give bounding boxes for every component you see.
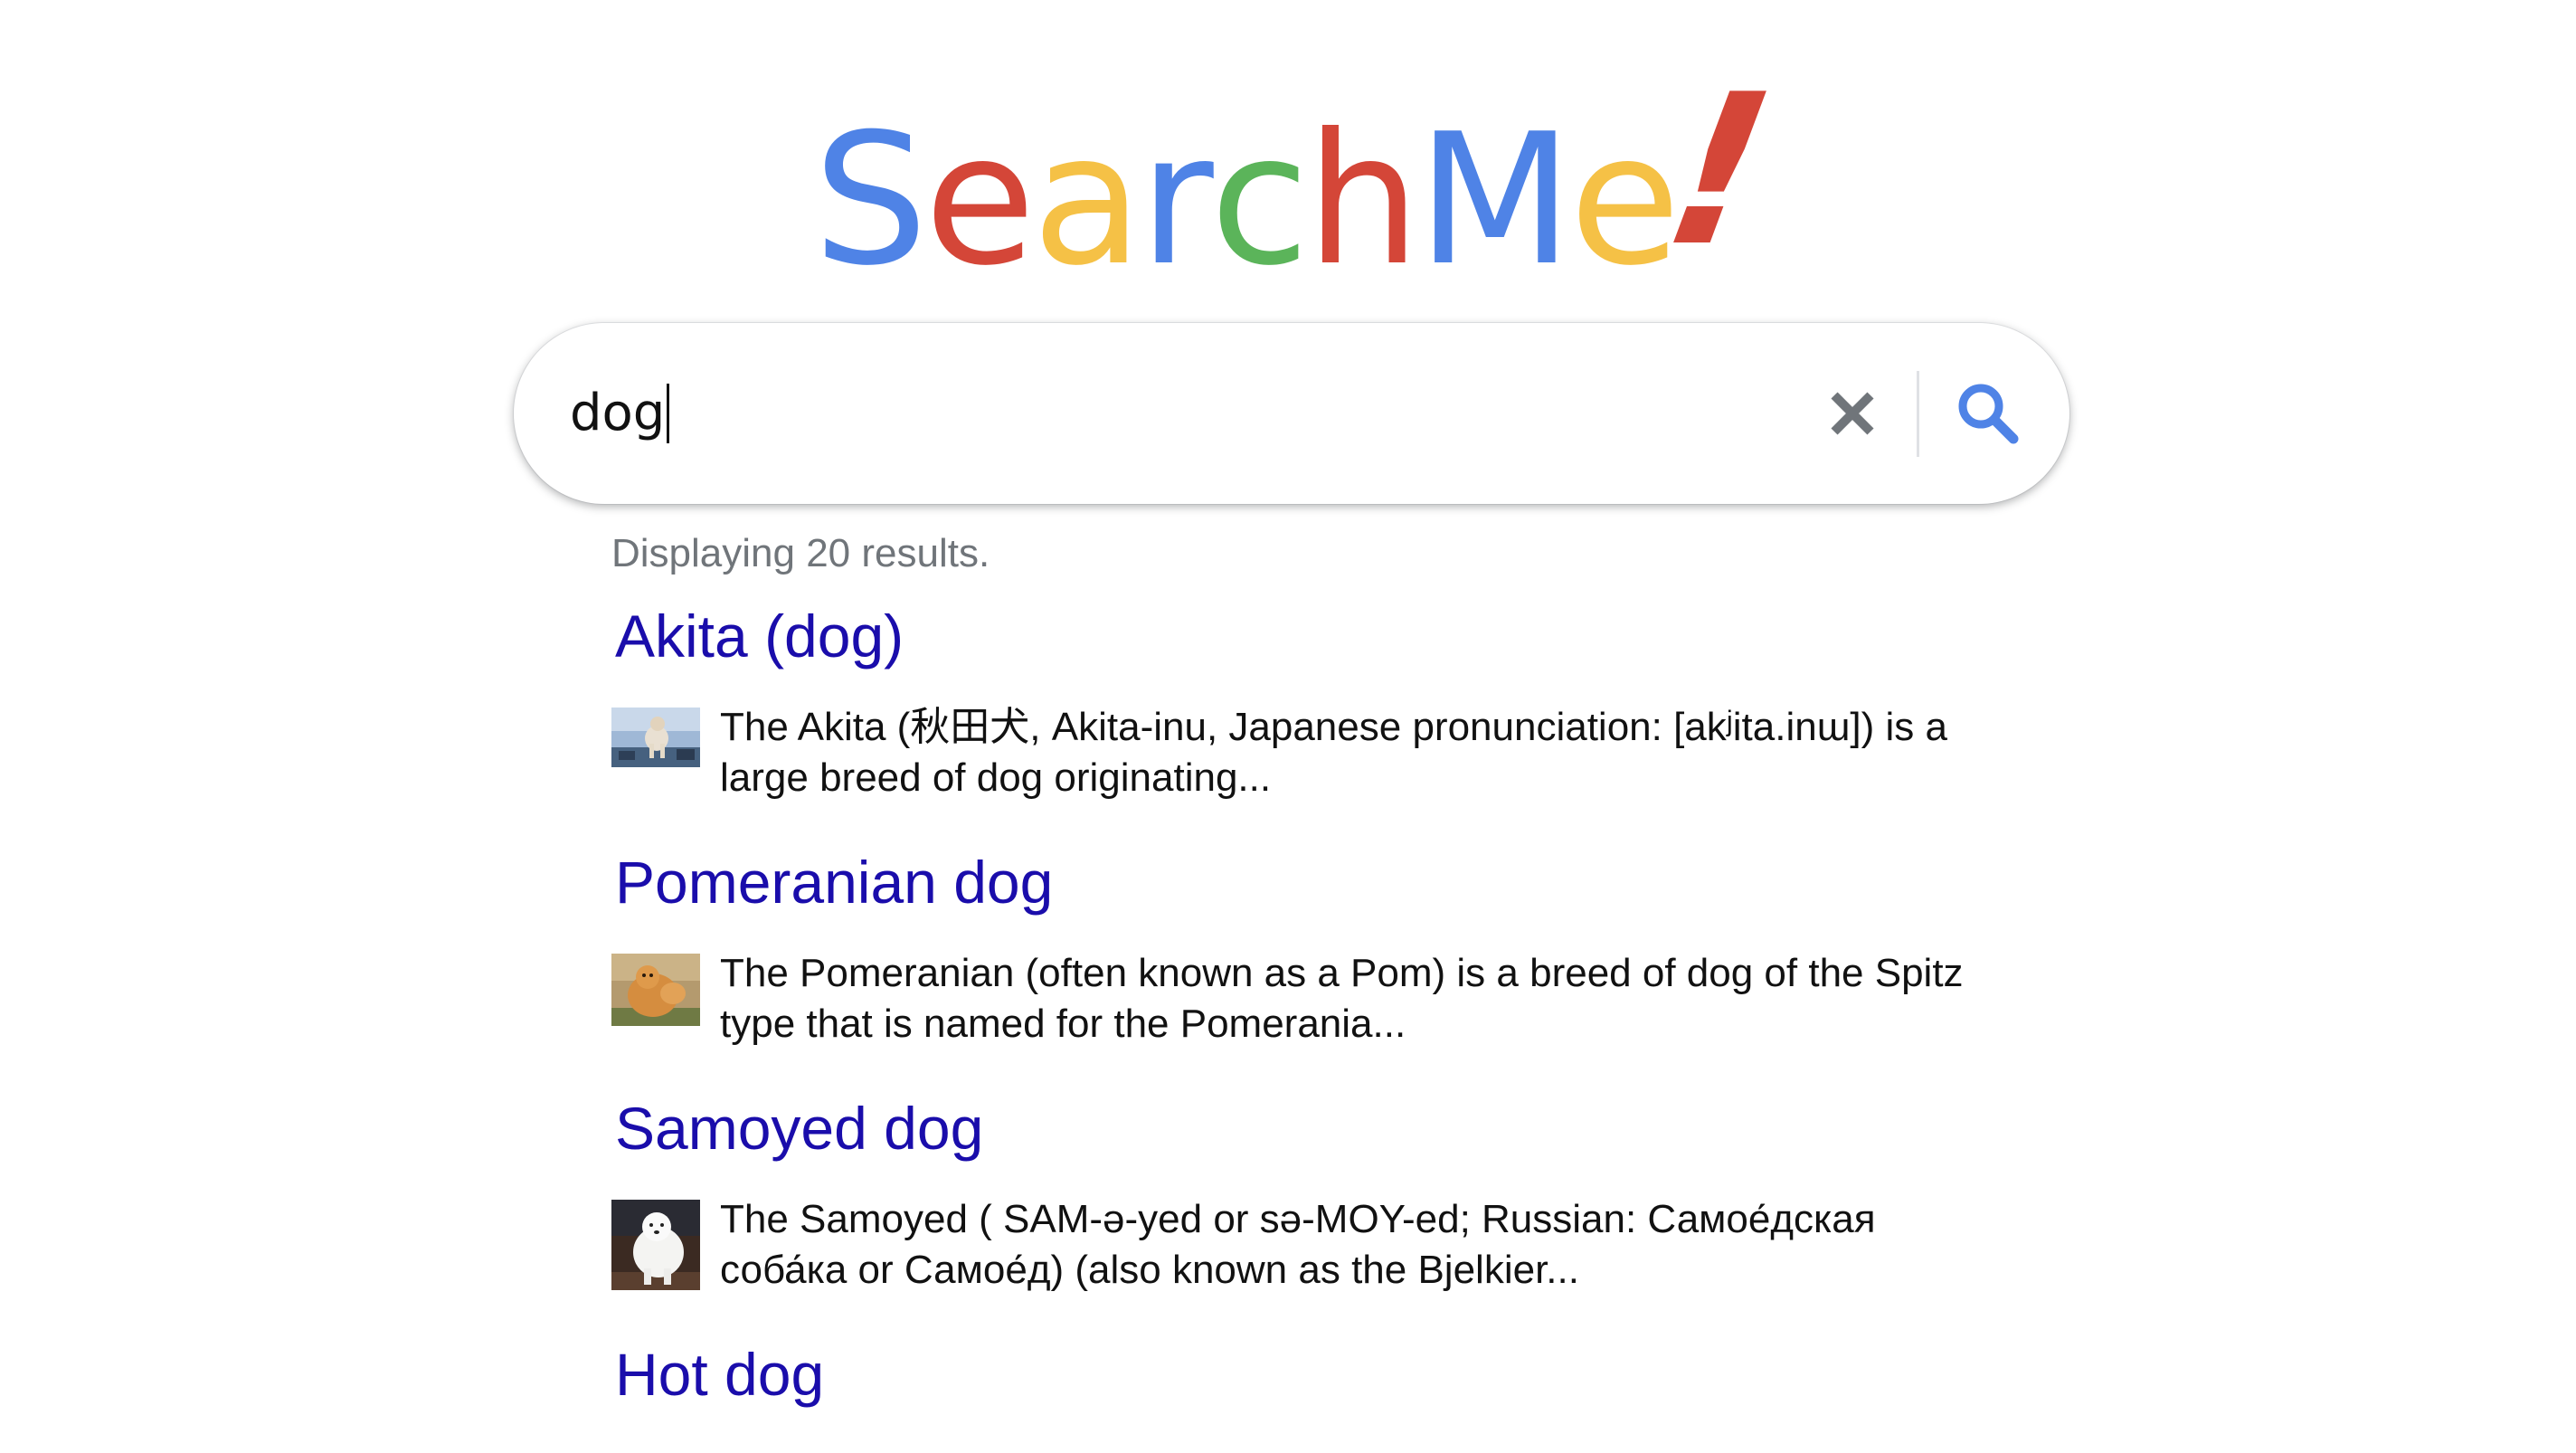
result-body: The Akita (秋田犬, Akita-inu, Japanese pron… <box>611 702 2022 803</box>
search-query-text: dog <box>570 384 666 442</box>
searchme-logo: SearchMe! <box>0 51 2576 309</box>
akita-dog-thumbnail <box>611 708 700 767</box>
logo-letter: M <box>1416 95 1574 306</box>
logo-letter: a <box>1031 95 1143 306</box>
samoyed-dog-thumbnail <box>611 1200 700 1290</box>
logo-letter: r <box>1139 95 1214 306</box>
result-item: Hot dog <box>611 1334 2022 1415</box>
result-count: Displaying 20 results. <box>611 531 990 575</box>
result-item: Samoyed dog The Samoyed (SAM-ə-yed or s… <box>611 1087 2022 1296</box>
search-button[interactable] <box>1943 368 2033 459</box>
result-item: Pomeranian dog The Pomeranian (often kno… <box>611 841 2022 1049</box>
result-item: Akita (dog) The Akita (秋田犬, Akita-inu, J… <box>611 595 2022 803</box>
result-snippet: The Akita (秋田犬, Akita-inu, Japanese pron… <box>720 705 1947 800</box>
close-icon <box>1831 392 1874 435</box>
clear-search-button[interactable] <box>1816 377 1889 450</box>
logo-letter: h <box>1305 95 1421 306</box>
logo-letter: e <box>923 95 1036 306</box>
result-title-link[interactable]: Hot dog <box>615 1334 2022 1415</box>
text-cursor <box>667 384 670 443</box>
search-input[interactable]: dog <box>570 368 1746 459</box>
result-title-link[interactable]: Pomeranian dog <box>615 841 2022 923</box>
result-body: The Samoyed ( SAM-ə-yed or sə-MOY-ed; Ru… <box>611 1194 2022 1296</box>
logo-letter: S <box>812 95 928 306</box>
pomeranian-dog-thumbnail <box>611 954 700 1026</box>
result-title-link[interactable]: Samoyed dog <box>615 1087 2022 1169</box>
search-bar: dog <box>514 323 2069 504</box>
search-icon <box>1958 384 2019 444</box>
search-bar-divider <box>1917 371 1919 457</box>
result-snippet: The Pomeranian (often known as a Pom) is… <box>720 951 1964 1046</box>
logo-letter: c <box>1209 95 1310 306</box>
search-results: Displaying 20 results. Akita (dog) The A… <box>611 525 2022 1453</box>
result-snippet: The Samoyed ( SAM-ə-yed or sə-MOY-ed; Ru… <box>720 1197 1876 1292</box>
search-page: SearchMe! dog Displaying 20 results. Aki… <box>0 0 2576 1419</box>
result-title-link[interactable]: Akita (dog) <box>615 595 2022 677</box>
result-body: The Pomeranian (often known as a Pom) is… <box>611 948 2022 1049</box>
